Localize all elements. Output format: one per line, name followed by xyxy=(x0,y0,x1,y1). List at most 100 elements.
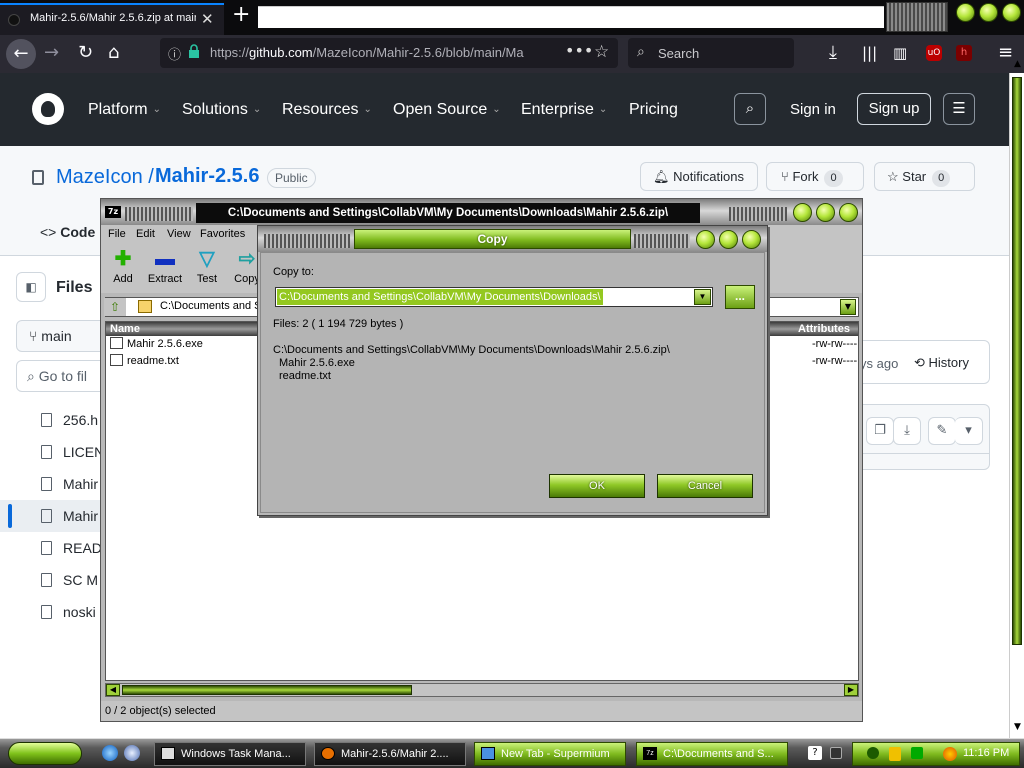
repo-name-link[interactable]: Mahir-2.5.6 xyxy=(155,165,259,188)
copy-icon[interactable]: ❐ xyxy=(866,417,894,445)
media-player-icon[interactable] xyxy=(124,745,140,761)
sign-in-link[interactable]: Sign in xyxy=(790,101,836,118)
nav-platform[interactable]: Platform ⌄ xyxy=(88,101,161,119)
notifications-button[interactable]: 🔔︎ Notifications xyxy=(640,162,758,191)
library-icon[interactable]: ||| xyxy=(862,43,877,63)
destination-input[interactable]: C:\Documents and Settings\CollabVM\My Do… xyxy=(277,289,603,305)
url-text[interactable]: https://github.com/MazeIcon/Mahir-2.5.6/… xyxy=(210,45,532,60)
scroll-left-icon[interactable]: ◀ xyxy=(106,684,120,696)
nav-resources[interactable]: Resources ⌄ xyxy=(282,101,372,119)
sidebar-icon[interactable]: ▥ xyxy=(893,43,907,63)
ok-button[interactable]: OK xyxy=(549,474,645,498)
list-item[interactable]: readme.txt xyxy=(110,353,179,369)
column-attributes[interactable]: Attributes xyxy=(798,322,850,336)
file-tree-item[interactable]: LICEN xyxy=(0,436,100,468)
minimize-button[interactable] xyxy=(696,230,715,249)
download-icon[interactable]: ⤓ xyxy=(829,43,837,63)
address-text[interactable]: C:\Documents and S xyxy=(160,300,262,312)
fork-button[interactable]: ⑂ Fork 0 xyxy=(766,162,864,191)
new-tab-icon[interactable]: + xyxy=(232,3,250,27)
nav-pricing[interactable]: Pricing xyxy=(629,101,678,119)
extension-icon[interactable]: h xyxy=(956,45,972,61)
nav-enterprise[interactable]: Enterprise ⌄ xyxy=(521,101,607,119)
chevron-down-icon[interactable]: ▼ xyxy=(840,299,856,315)
branch-selector[interactable]: ⑂ main xyxy=(16,320,106,352)
up-folder-icon[interactable]: ⇧ xyxy=(104,298,126,316)
file-tree-item[interactable]: Mahir xyxy=(0,468,100,500)
scroll-down-icon[interactable]: ▼ xyxy=(1011,722,1024,735)
file-tree-item[interactable]: noski xyxy=(0,596,100,628)
github-logo-icon[interactable] xyxy=(32,93,64,125)
page-scrollbar[interactable]: ▲ ▼ xyxy=(1009,59,1024,738)
shield-icon[interactable] xyxy=(889,747,901,761)
chevron-down-icon[interactable]: ▾ xyxy=(955,417,983,445)
nav-solutions[interactable]: Solutions ⌄ xyxy=(182,101,261,119)
home-icon[interactable]: ⌂ xyxy=(108,43,119,63)
back-icon[interactable]: ← xyxy=(6,39,36,69)
search-icon[interactable]: ⌕ xyxy=(734,93,766,125)
maximize-button[interactable] xyxy=(979,3,998,22)
taskbar-item-task-manager[interactable]: Windows Task Mana... xyxy=(154,742,306,766)
taskbar-item-7zip[interactable]: 7z C:\Documents and S... xyxy=(636,742,788,766)
download-icon[interactable]: ⤓ xyxy=(893,417,921,445)
go-to-file-input[interactable]: ⌕ Go to fil xyxy=(16,360,106,392)
info-icon[interactable]: ⓘ xyxy=(168,44,181,63)
star-icon[interactable]: ☆ xyxy=(594,42,609,62)
extract-button[interactable]: ▬ Extract xyxy=(141,249,189,285)
scroll-up-icon[interactable]: ▲ xyxy=(1011,59,1024,72)
search-bar[interactable]: ⌕ Search xyxy=(628,38,794,68)
more-icon[interactable]: ••• xyxy=(565,41,593,60)
cancel-button[interactable]: Cancel xyxy=(657,474,753,498)
scrollbar-thumb[interactable] xyxy=(122,685,412,695)
start-button[interactable] xyxy=(8,742,82,765)
url-bar[interactable]: ⓘ https://github.com/MazeIcon/Mahir-2.5.… xyxy=(160,38,618,68)
search-icon[interactable] xyxy=(943,747,957,761)
reload-icon[interactable]: ↻ xyxy=(78,43,93,63)
help-icon[interactable]: ? xyxy=(808,746,822,760)
filter-icon[interactable]: ☰ xyxy=(943,93,975,125)
file-tree-item[interactable]: SC M xyxy=(0,564,100,596)
sidebar-toggle-icon[interactable]: ◧ xyxy=(16,272,46,302)
desktop-icon[interactable] xyxy=(830,747,842,759)
close-tab-icon[interactable]: ✕ xyxy=(201,10,214,28)
maximize-button[interactable] xyxy=(816,203,835,222)
file-tree-item[interactable]: 256.h xyxy=(0,404,100,436)
forward-icon[interactable]: → xyxy=(44,43,59,63)
minimize-button[interactable] xyxy=(956,3,975,22)
edit-icon[interactable]: ✎ xyxy=(928,417,956,445)
star-button[interactable]: ☆ Star 0 xyxy=(874,162,975,191)
browser-tab[interactable]: Mahir-2.5.6/Mahir 2.5.6.zip at main ✕ xyxy=(0,3,224,35)
scroll-right-icon[interactable]: ▶ xyxy=(844,684,858,696)
ublock-icon[interactable]: uO xyxy=(926,45,942,61)
horizontal-scrollbar[interactable]: ◀ ▶ xyxy=(105,683,859,697)
history-link[interactable]: ⟲ History xyxy=(914,355,969,371)
tab-code[interactable]: <> Code xyxy=(40,224,95,240)
repo-owner-link[interactable]: MazeIcon / xyxy=(56,166,154,189)
destination-combobox[interactable]: C:\Documents and Settings\CollabVM\My Do… xyxy=(275,287,713,307)
menu-file[interactable]: File xyxy=(108,228,126,240)
close-window-button[interactable] xyxy=(1002,3,1021,22)
7zip-titlebar[interactable]: 7z C:\Documents and Settings\CollabVM\My… xyxy=(101,199,862,225)
menu-edit[interactable]: Edit xyxy=(136,228,155,240)
chevron-down-icon[interactable]: ▼ xyxy=(694,289,711,305)
close-dialog-button[interactable] xyxy=(742,230,761,249)
network-icon[interactable] xyxy=(867,747,879,759)
menu-favorites[interactable]: Favorites xyxy=(200,228,245,240)
taskbar-item-supermium[interactable]: New Tab - Supermium xyxy=(474,742,626,766)
browse-button[interactable]: ... xyxy=(725,285,755,309)
add-button[interactable]: ✚ Add xyxy=(99,249,147,285)
scrollbar-thumb[interactable] xyxy=(1012,77,1022,645)
list-item[interactable]: Mahir 2.5.6.exe xyxy=(110,336,203,352)
close-window-button[interactable] xyxy=(839,203,858,222)
internet-explorer-icon[interactable] xyxy=(102,745,118,761)
file-tree-item-active[interactable]: Mahir xyxy=(0,500,100,532)
nav-open-source[interactable]: Open Source ⌄ xyxy=(393,101,501,119)
volume-icon[interactable] xyxy=(911,747,923,759)
column-name[interactable]: Name xyxy=(110,322,140,336)
minimize-button[interactable] xyxy=(793,203,812,222)
file-tree-item[interactable]: READ xyxy=(0,532,100,564)
menu-view[interactable]: View xyxy=(167,228,191,240)
maximize-button[interactable] xyxy=(719,230,738,249)
sign-up-button[interactable]: Sign up xyxy=(857,93,931,125)
taskbar-item-browser[interactable]: Mahir-2.5.6/Mahir 2.... xyxy=(314,742,466,766)
